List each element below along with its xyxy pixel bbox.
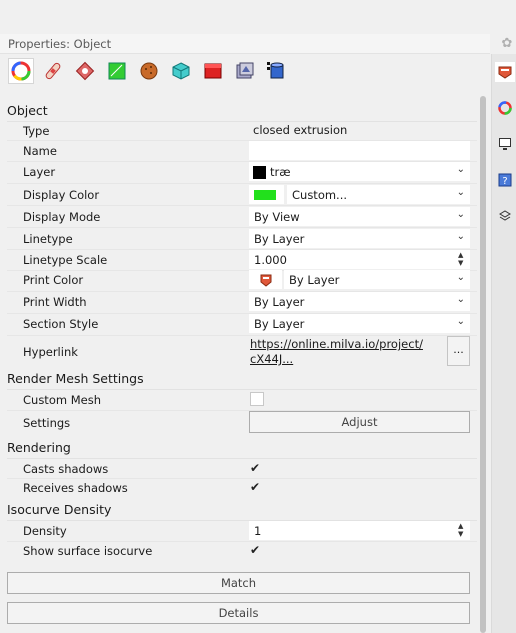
vertical-scrollbar[interactable]: [480, 96, 487, 633]
custom-mesh-label: Custom Mesh: [23, 393, 101, 407]
type-label: Type: [23, 124, 50, 138]
casts-shadows-checkbox[interactable]: ✔: [250, 461, 264, 475]
print-width-dropdown[interactable]: By Layer ⌄: [249, 292, 470, 311]
help-tab-icon[interactable]: ?: [495, 170, 515, 190]
chevron-down-icon: ⌄: [456, 316, 465, 327]
material-tab-icon[interactable]: [495, 98, 515, 118]
layer-label: Layer: [23, 165, 56, 179]
object-properties-tab-icon[interactable]: [495, 62, 515, 82]
color-wheel-icon[interactable]: [8, 58, 34, 84]
receives-shadows-checkbox[interactable]: ✔: [250, 480, 264, 494]
scrollbar-thumb[interactable]: [480, 96, 486, 633]
chevron-down-icon: ⌄: [456, 231, 465, 242]
top-area: [0, 0, 516, 34]
row-divider: [7, 335, 477, 336]
name-label: Name: [23, 144, 57, 158]
database-icon[interactable]: [264, 58, 290, 84]
green-color-swatch: [254, 190, 276, 200]
name-input[interactable]: [249, 141, 470, 160]
print-width-label: Print Width: [23, 295, 87, 309]
svg-text:?: ?: [502, 176, 507, 187]
row-divider: [7, 205, 477, 206]
light-box-icon[interactable]: [168, 58, 194, 84]
show-surface-isocurve-checkbox[interactable]: ✔: [250, 543, 264, 557]
row-divider: [7, 541, 477, 542]
linetype-dropdown[interactable]: By Layer ⌄: [249, 229, 470, 248]
display-color-label: Display Color: [23, 188, 100, 202]
panel-title-bar: Properties: Object: [0, 34, 490, 54]
row-divider: [7, 478, 477, 479]
chevron-down-icon: ⌄: [456, 164, 465, 175]
casts-shadows-label: Casts shadows: [23, 462, 109, 476]
bandage-icon[interactable]: [40, 58, 66, 84]
type-value: closed extrusion: [253, 123, 348, 137]
rendering-section-header: Rendering: [7, 437, 477, 459]
panel-title: Properties: Object: [8, 37, 112, 51]
section-style-label: Section Style: [23, 317, 99, 331]
isocurve-section-header: Isocurve Density: [7, 499, 477, 521]
display-tab-icon[interactable]: [495, 134, 515, 154]
print-color-icon: [260, 274, 272, 287]
linetype-scale-stepper[interactable]: 1.000 ▲ ▼: [249, 250, 470, 269]
density-stepper[interactable]: 1 ▲ ▼: [249, 521, 470, 540]
details-button[interactable]: Details: [7, 602, 470, 624]
spin-arrows-icon[interactable]: ▲ ▼: [458, 251, 467, 267]
print-color-dropdown[interactable]: By Layer ⌄: [284, 270, 470, 289]
render-mesh-section-header: Render Mesh Settings: [7, 368, 477, 390]
texture-icon[interactable]: [104, 58, 130, 84]
display-color-swatch[interactable]: [249, 185, 284, 204]
layer-color-swatch: [253, 166, 266, 179]
linetype-label: Linetype: [23, 232, 73, 246]
print-color-label: Print Color: [23, 273, 84, 287]
section-style-dropdown[interactable]: By Layer ⌄: [249, 314, 470, 333]
frame-icon[interactable]: [232, 58, 258, 84]
layer-dropdown[interactable]: træ ⌄: [249, 162, 470, 181]
chevron-down-icon: ⌄: [456, 187, 465, 198]
row-divider: [7, 227, 477, 228]
display-color-dropdown[interactable]: Custom... ⌄: [287, 185, 470, 204]
spin-arrows-icon[interactable]: ▲ ▼: [458, 522, 467, 538]
settings-label: Settings: [23, 416, 71, 430]
object-section-header: Object: [7, 100, 477, 122]
row-divider: [7, 183, 477, 184]
print-color-swatch[interactable]: [249, 270, 282, 289]
hyperlink-link-line2[interactable]: cX44J...: [250, 352, 293, 366]
layers-tab-icon[interactable]: [495, 206, 515, 226]
properties-toolbar: [8, 58, 290, 86]
chevron-down-icon: ⌄: [456, 294, 465, 305]
custom-mesh-checkbox[interactable]: [250, 392, 264, 406]
gear-icon[interactable]: ✿: [498, 36, 516, 52]
match-button[interactable]: Match: [7, 572, 470, 594]
display-mode-label: Display Mode: [23, 210, 101, 224]
hyperlink-link-line1[interactable]: https://online.milva.io/project/: [250, 337, 423, 351]
red-box-icon[interactable]: [200, 58, 226, 84]
material-sphere-icon[interactable]: [136, 58, 162, 84]
linetype-scale-label: Linetype Scale: [23, 253, 108, 267]
hyperlink-label: Hyperlink: [23, 345, 78, 359]
hyperlink-browse-button[interactable]: ...: [447, 336, 470, 366]
display-mode-dropdown[interactable]: By View ⌄: [249, 207, 470, 226]
show-surface-isocurve-label: Show surface isocurve: [23, 544, 153, 558]
density-label: Density: [23, 524, 67, 538]
chevron-down-icon: ⌄: [456, 272, 465, 283]
adjust-button[interactable]: Adjust: [249, 411, 470, 433]
decal-icon[interactable]: [72, 58, 98, 84]
chevron-down-icon: ⌄: [456, 209, 465, 220]
receives-shadows-label: Receives shadows: [23, 481, 128, 495]
